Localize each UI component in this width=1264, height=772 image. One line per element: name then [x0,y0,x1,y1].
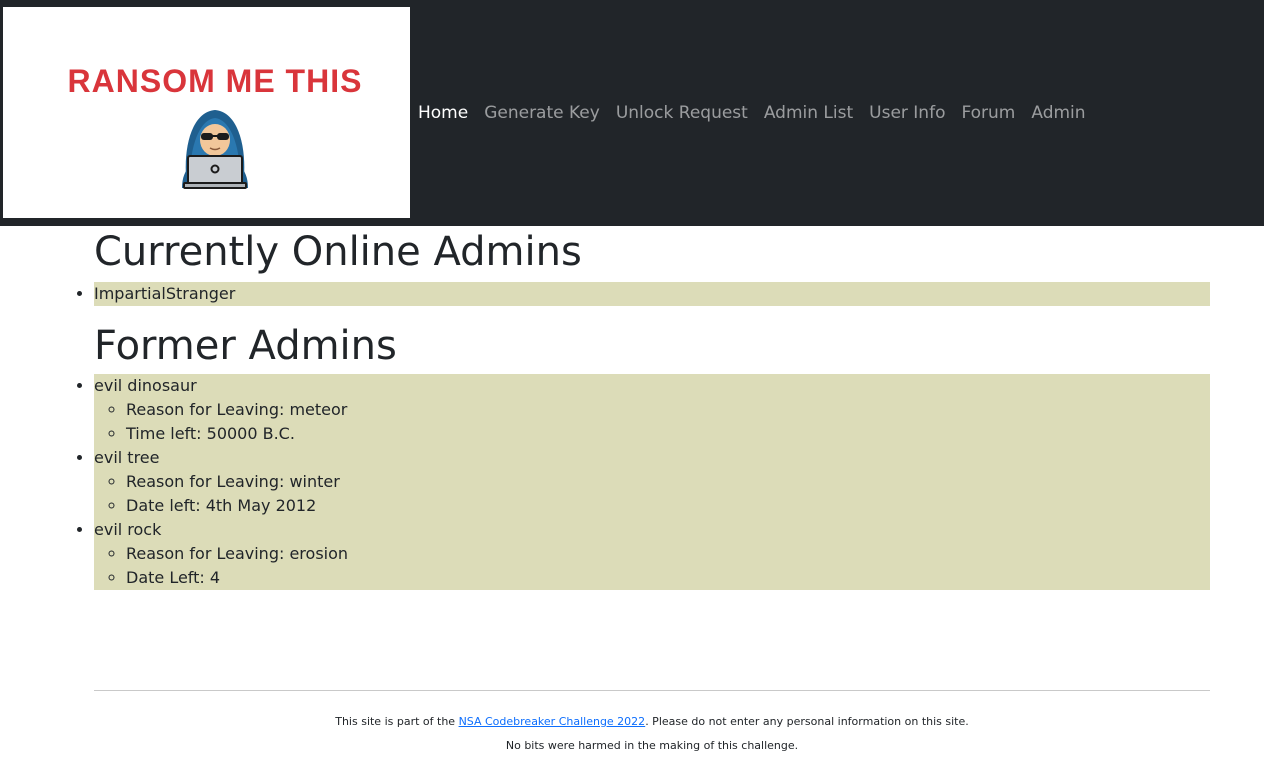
former-admin-item: evil rock Reason for Leaving: erosion Da… [94,518,1210,590]
former-admin-details: Reason for Leaving: erosion Date Left: 4 [94,542,1210,590]
nav-forum[interactable]: Forum [953,100,1023,126]
former-admin-detail: Reason for Leaving: meteor [126,398,1210,422]
former-admin-detail: Reason for Leaving: winter [126,470,1210,494]
footer-suffix-text: . Please do not enter any personal infor… [645,715,969,728]
logo-text: RANSOM ME THIS [67,63,363,99]
footer-note: No bits were harmed in the making of thi… [505,739,799,752]
former-admin-details: Reason for Leaving: winter Date left: 4t… [94,470,1210,518]
footer-disclaimer: This site is part of the NSA Codebreaker… [94,710,1210,734]
former-admin-detail: Time left: 50000 B.C. [126,422,1210,446]
former-admin-item: evil tree Reason for Leaving: winter Dat… [94,446,1210,518]
online-admins-heading: Currently Online Admins [94,229,582,275]
nav-user-info[interactable]: User Info [861,100,953,126]
footer-prefix-text: This site is part of the [335,715,459,728]
footer-divider [94,690,1210,691]
online-admin-item: ImpartialStranger [94,282,1210,306]
nav-generate-key[interactable]: Generate Key [476,100,608,126]
former-admin-item: evil dinosaur Reason for Leaving: meteor… [94,374,1210,446]
former-admin-name: evil rock [94,520,162,539]
nav-unlock-request[interactable]: Unlock Request [608,100,756,126]
online-admins-list: ImpartialStranger [94,282,1210,306]
former-admin-name: evil tree [94,448,160,467]
site-logo[interactable]: RANSOM ME THIS [3,7,410,218]
former-admin-detail: Date left: 4th May 2012 [126,494,1210,518]
nav-home[interactable]: Home [410,100,476,126]
footer: This site is part of the NSA Codebreaker… [94,710,1210,758]
former-admin-detail: Reason for Leaving: erosion [126,542,1210,566]
former-admins-heading: Former Admins [94,323,397,369]
codebreaker-challenge-link[interactable]: NSA Codebreaker Challenge 2022 [459,715,646,728]
nav-admin[interactable]: Admin [1023,100,1093,126]
hacker-laptop-icon [182,110,248,189]
main-content: Currently Online Admins ImpartialStrange… [94,226,1210,590]
former-admin-detail: Date Left: 4 [126,566,1210,590]
nav-admin-list[interactable]: Admin List [756,100,861,126]
main-nav: Home Generate Key Unlock Request Admin L… [410,100,1094,126]
navbar: RANSOM ME THIS Home Generate Key Unlock … [0,0,1264,226]
former-admin-details: Reason for Leaving: meteor Time left: 50… [94,398,1210,446]
former-admins-list: evil dinosaur Reason for Leaving: meteor… [94,374,1210,590]
former-admin-name: evil dinosaur [94,376,197,395]
